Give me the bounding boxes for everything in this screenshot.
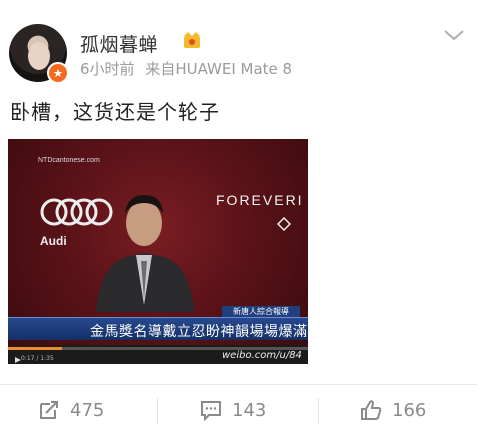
person-figure [96,195,194,312]
watermark: weibo.com/u/84 [222,350,302,361]
video-time: 0:17 / 1:35 [21,355,54,362]
like-button[interactable]: 166 [360,398,426,422]
like-count: 166 [392,399,427,421]
avatar-face [28,42,50,70]
repost-icon [40,401,58,419]
caption-bar: 金馬獎名導戴立忍盼神韻場場爆滿 [8,317,308,340]
action-separator [157,398,158,424]
divider [0,384,477,385]
video-thumbnail[interactable]: NTDcantonese.com Audi FOREVERI 新唐人綜合報導 金… [8,139,308,364]
post-source: 来自HUAWEI Mate 8 [145,60,293,78]
crown-icon [184,32,200,48]
repost-button[interactable]: 475 [38,398,104,422]
comment-count: 143 [232,399,267,421]
channel-logo: NTDcantonese.com [38,157,100,164]
comment-button[interactable]: 143 [200,398,266,422]
audi-logo-text: Audi [40,234,67,248]
caption-text: 金馬獎名導戴立忍盼神韻場場爆滿 [90,324,308,340]
verified-badge-icon [47,62,69,84]
action-separator [318,398,319,424]
diamond-icon [277,217,291,231]
comment-icon [201,401,221,421]
brand-text: FOREVERI [216,192,304,208]
progress-fill [8,347,62,350]
post-text: 卧槽，这货还是个轮子 [10,100,220,124]
repost-count: 475 [70,399,105,421]
avatar[interactable] [9,24,69,84]
thumbs-up-icon [361,400,382,420]
post-time: 6小时前 [80,60,135,78]
post-meta: 6小时前 来自HUAWEI Mate 8 [80,58,298,79]
username[interactable]: 孤烟暮蝉 [80,30,158,57]
chevron-down-icon[interactable] [443,28,465,42]
